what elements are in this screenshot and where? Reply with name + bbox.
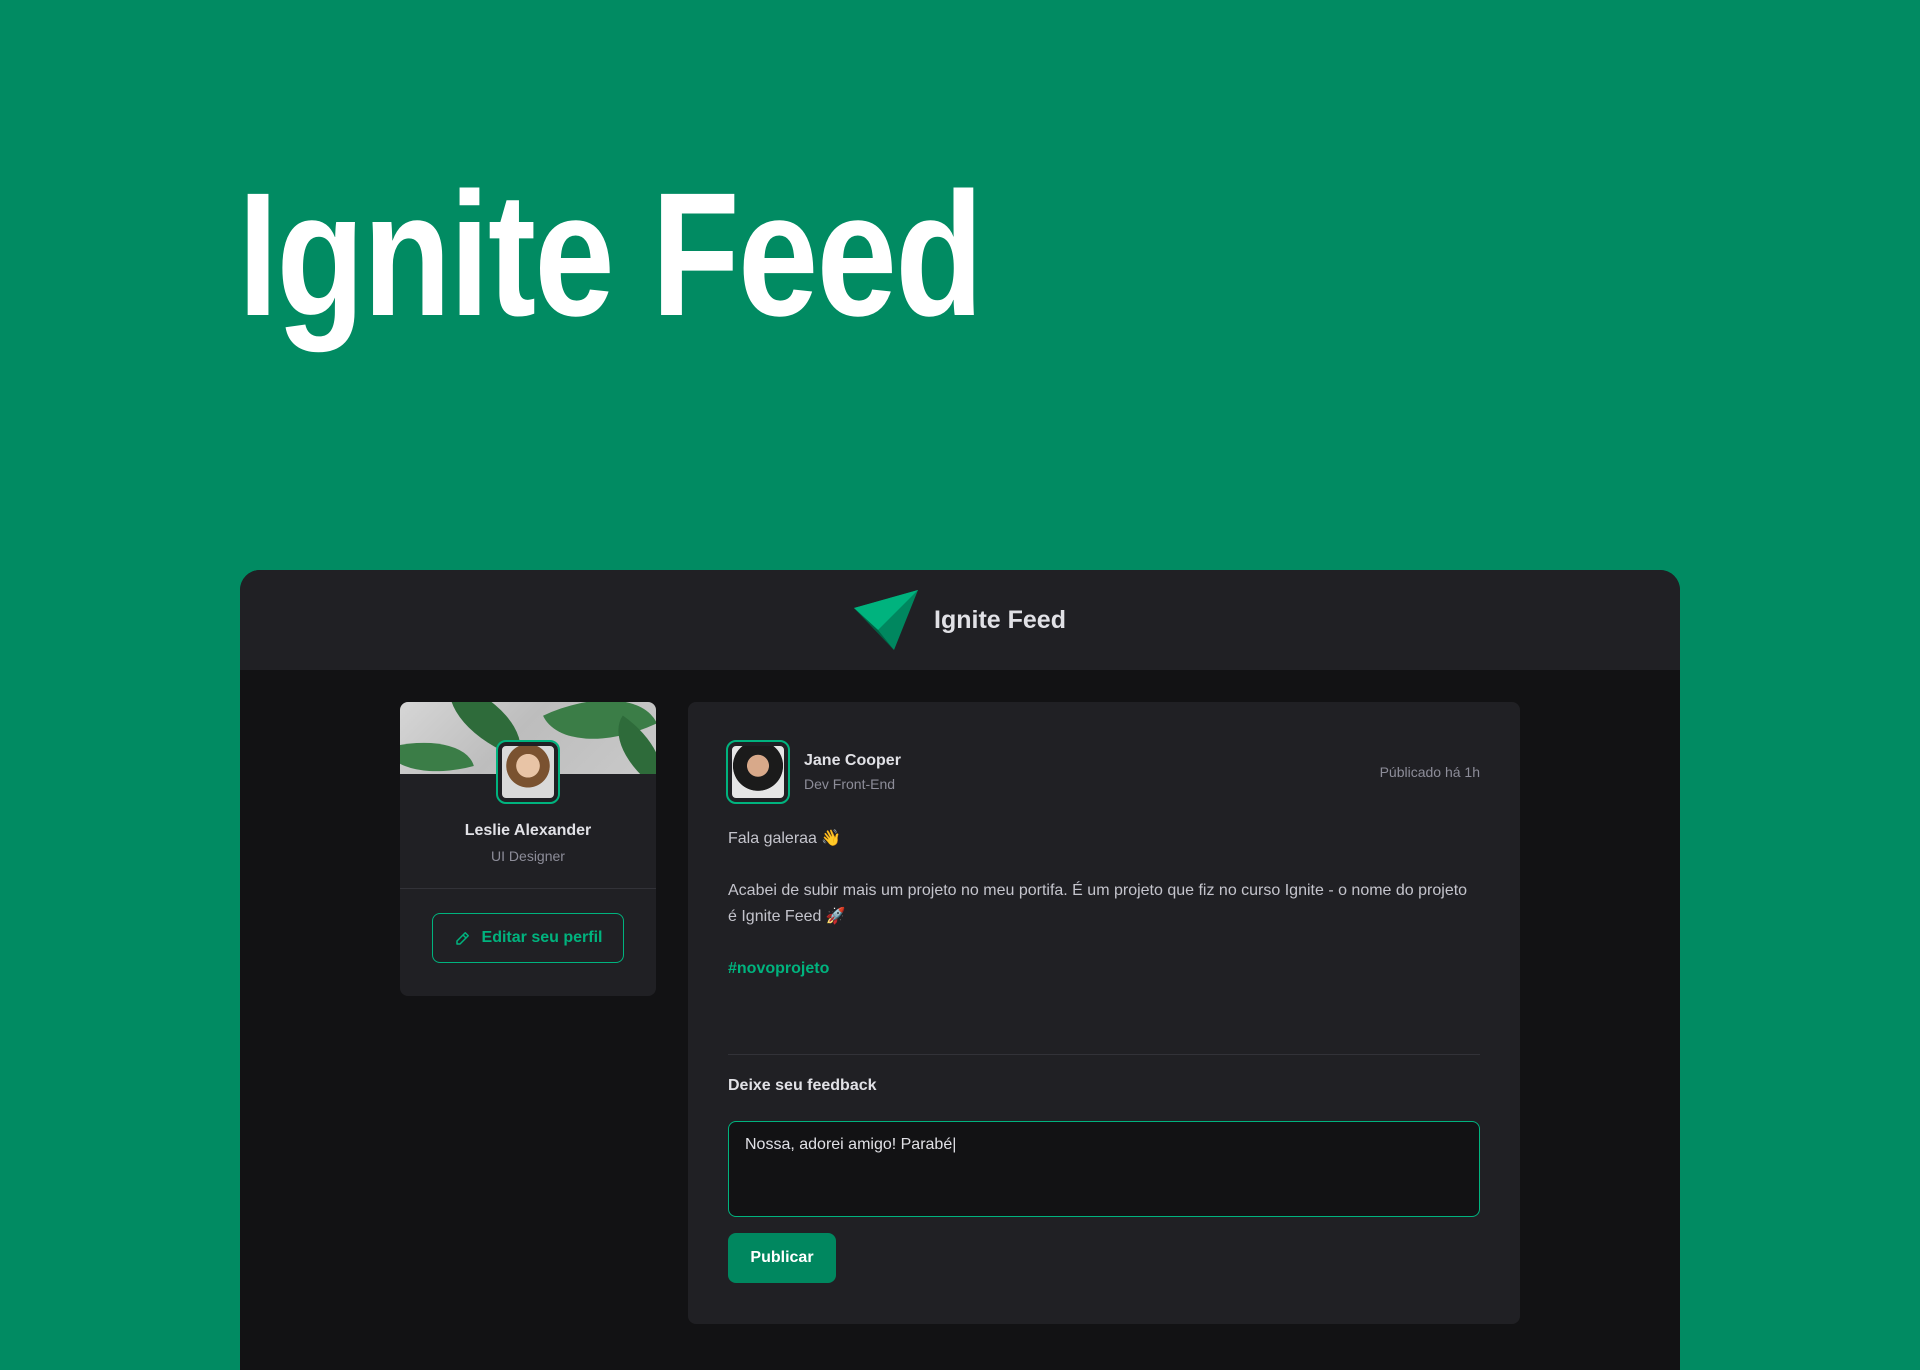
profile-role: UI Designer (491, 848, 565, 864)
feedback-title: Deixe seu feedback (728, 1077, 877, 1094)
author-name: Jane Cooper (804, 752, 901, 769)
author-role: Dev Front-End (804, 776, 896, 792)
avatar[interactable] (496, 740, 560, 804)
post-paragraph: Acabei de subir mais um projeto no meu p… (728, 882, 1468, 925)
author-info: Jane Cooper Dev Front-End (804, 752, 901, 792)
post-content: Fala galeraa 👋 Acabei de subir mais um p… (728, 826, 1480, 982)
post-author: Jane Cooper Dev Front-End (726, 740, 901, 804)
hero-title: Ignite Feed (238, 157, 983, 353)
profile-card: Leslie Alexander UI Designer Editar seu … (400, 702, 656, 996)
pencil-icon (455, 932, 469, 945)
post-paragraph: Fala galeraa 👋 (728, 830, 842, 847)
publish-button[interactable]: Publicar (728, 1233, 836, 1283)
app-header: Ignite Feed (240, 570, 1680, 670)
divider (400, 888, 656, 889)
edit-profile-label: Editar seu perfil (481, 929, 603, 946)
divider (728, 1054, 1480, 1055)
post-card: Jane Cooper Dev Front-End Públicado há 1… (688, 702, 1520, 1324)
avatar[interactable] (726, 740, 790, 804)
header-title: Ignite Feed (934, 605, 1066, 634)
post-header: Jane Cooper Dev Front-End Públicado há 1… (726, 740, 1480, 804)
edit-profile-button[interactable]: Editar seu perfil (432, 913, 624, 963)
app-window: Ignite Feed Leslie Alexander UI Designer… (240, 570, 1680, 1370)
hashtag-link[interactable]: #novoprojeto (728, 960, 829, 977)
comment-textarea[interactable]: Nossa, adorei amigo! Parabé| (728, 1121, 1480, 1217)
profile-name: Leslie Alexander (464, 822, 592, 839)
post-timestamp: Públicado há 1h (1379, 764, 1480, 780)
ignite-logo-icon (854, 590, 919, 650)
